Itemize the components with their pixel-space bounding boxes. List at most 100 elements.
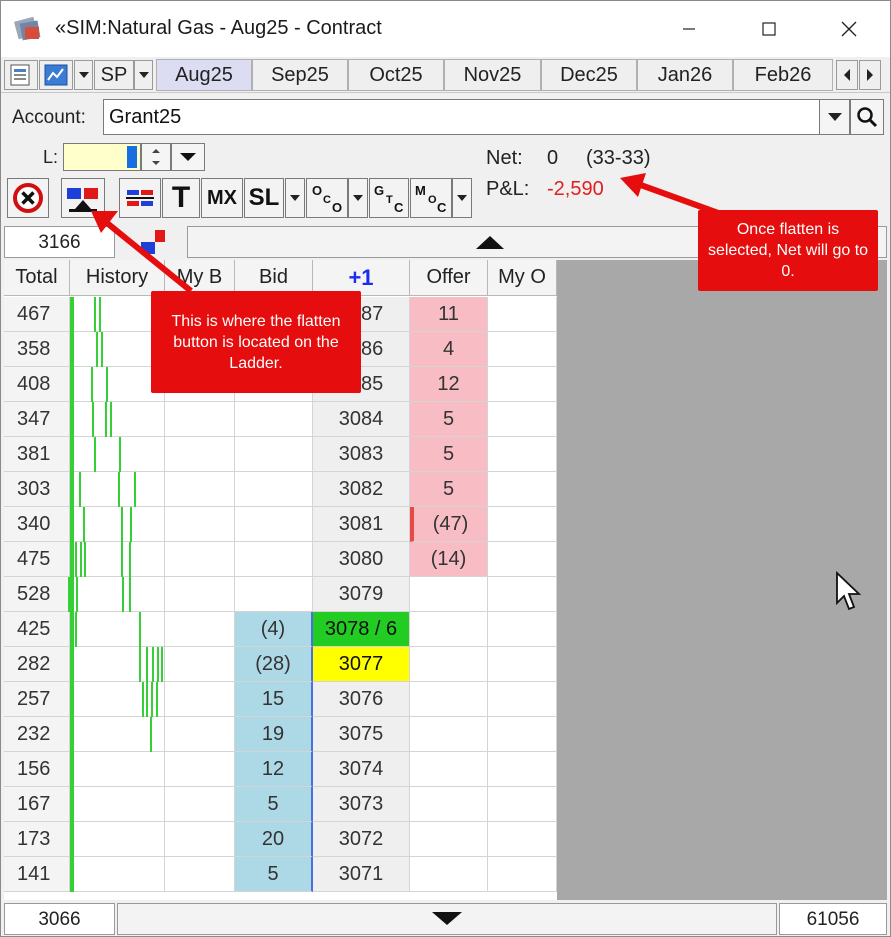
t-button[interactable]: T: [162, 178, 200, 218]
my-offer-cell[interactable]: [488, 717, 557, 752]
tab-jan26[interactable]: Jan26: [637, 59, 733, 91]
sp-button[interactable]: SP: [94, 60, 134, 90]
my-bid-cell[interactable]: [165, 647, 235, 682]
sl-dropdown[interactable]: [285, 178, 305, 218]
minimize-button[interactable]: [666, 13, 712, 45]
offer-cell[interactable]: [410, 717, 488, 752]
my-offer-cell[interactable]: [488, 577, 557, 612]
my-offer-cell[interactable]: [488, 822, 557, 857]
my-bid-cell[interactable]: [165, 612, 235, 647]
my-offer-cell[interactable]: [488, 472, 557, 507]
chart-button[interactable]: [39, 60, 73, 90]
offer-cell[interactable]: 11: [410, 297, 488, 332]
bid-cell[interactable]: [235, 577, 313, 612]
my-offer-cell[interactable]: [488, 857, 557, 892]
my-offer-cell[interactable]: [488, 787, 557, 822]
sl-button[interactable]: SL: [244, 178, 284, 218]
offer-cell[interactable]: 5: [410, 472, 488, 507]
moc-dropdown[interactable]: [452, 178, 472, 218]
my-bid-cell[interactable]: [165, 402, 235, 437]
offer-cell[interactable]: (14): [410, 542, 488, 577]
header-my-offer[interactable]: My O: [488, 260, 557, 296]
my-offer-cell[interactable]: [488, 297, 557, 332]
account-select[interactable]: Grant25: [103, 99, 820, 135]
ladder-scroll-down-button[interactable]: [117, 903, 777, 935]
bid-cell[interactable]: 19: [235, 717, 313, 752]
my-offer-cell[interactable]: [488, 437, 557, 472]
offer-cell[interactable]: [410, 682, 488, 717]
tab-aug25[interactable]: Aug25: [156, 59, 252, 91]
my-bid-cell[interactable]: [165, 682, 235, 717]
bid-cell[interactable]: [235, 402, 313, 437]
quantity-stepper[interactable]: [141, 143, 171, 171]
bid-cell[interactable]: [235, 507, 313, 542]
offer-cell[interactable]: 4: [410, 332, 488, 367]
my-bid-cell[interactable]: [165, 717, 235, 752]
reverse-button[interactable]: [119, 178, 161, 218]
tab-scroll-right-button[interactable]: [859, 60, 881, 90]
gtc-button[interactable]: G T C: [369, 178, 409, 218]
my-offer-cell[interactable]: [488, 367, 557, 402]
my-bid-cell[interactable]: [165, 822, 235, 857]
my-offer-cell[interactable]: [488, 507, 557, 542]
my-bid-cell[interactable]: [165, 752, 235, 787]
account-search-button[interactable]: [850, 99, 884, 135]
my-offer-cell[interactable]: [488, 402, 557, 437]
bid-cell[interactable]: [235, 437, 313, 472]
close-button[interactable]: [826, 13, 872, 45]
offer-cell[interactable]: [410, 822, 488, 857]
tab-feb26[interactable]: Feb26: [733, 59, 833, 91]
flatten-button[interactable]: [61, 178, 105, 218]
my-offer-cell[interactable]: [488, 332, 557, 367]
bid-cell[interactable]: 15: [235, 682, 313, 717]
my-bid-cell[interactable]: [165, 857, 235, 892]
cancel-all-button[interactable]: [7, 178, 49, 218]
my-bid-cell[interactable]: [165, 787, 235, 822]
my-offer-cell[interactable]: [488, 647, 557, 682]
header-total[interactable]: Total: [4, 260, 70, 296]
bid-cell[interactable]: (4): [235, 612, 313, 647]
sp-dropdown[interactable]: [134, 60, 153, 90]
offer-cell[interactable]: 5: [410, 402, 488, 437]
tab-sep25[interactable]: Sep25: [252, 59, 348, 91]
bid-cell[interactable]: [235, 472, 313, 507]
offer-cell[interactable]: [410, 647, 488, 682]
quantity-dropdown-button[interactable]: [171, 143, 205, 171]
tab-nov25[interactable]: Nov25: [444, 59, 541, 91]
maximize-button[interactable]: [746, 13, 792, 45]
offer-cell[interactable]: 5: [410, 437, 488, 472]
my-bid-cell[interactable]: [165, 542, 235, 577]
properties-button[interactable]: [4, 60, 38, 90]
offer-cell[interactable]: [410, 787, 488, 822]
my-bid-cell[interactable]: [165, 507, 235, 542]
my-bid-cell[interactable]: [165, 437, 235, 472]
tab-scroll-left-button[interactable]: [836, 60, 858, 90]
offer-cell[interactable]: [410, 612, 488, 647]
chart-dropdown[interactable]: [74, 60, 93, 90]
oco-button[interactable]: O C O: [306, 178, 348, 218]
offer-cell[interactable]: [410, 857, 488, 892]
bid-cell[interactable]: 5: [235, 857, 313, 892]
mx-button[interactable]: MX: [201, 178, 243, 218]
header-offer[interactable]: Offer: [410, 260, 488, 296]
account-dropdown-button[interactable]: [819, 99, 850, 135]
my-offer-cell[interactable]: [488, 542, 557, 577]
offer-cell[interactable]: 12: [410, 367, 488, 402]
bid-cell[interactable]: 5: [235, 787, 313, 822]
my-offer-cell[interactable]: [488, 682, 557, 717]
offer-cell[interactable]: [410, 752, 488, 787]
tab-dec25[interactable]: Dec25: [541, 59, 637, 91]
bid-cell[interactable]: 20: [235, 822, 313, 857]
my-bid-cell[interactable]: [165, 472, 235, 507]
offer-cell[interactable]: [410, 577, 488, 612]
moc-button[interactable]: M O C: [410, 178, 452, 218]
offer-cell[interactable]: (47): [410, 507, 488, 542]
oco-dropdown[interactable]: [348, 178, 368, 218]
bid-cell[interactable]: (28): [235, 647, 313, 682]
my-offer-cell[interactable]: [488, 752, 557, 787]
tab-oct25[interactable]: Oct25: [348, 59, 444, 91]
my-offer-cell[interactable]: [488, 612, 557, 647]
bid-cell[interactable]: [235, 542, 313, 577]
bid-cell[interactable]: 12: [235, 752, 313, 787]
my-bid-cell[interactable]: [165, 577, 235, 612]
